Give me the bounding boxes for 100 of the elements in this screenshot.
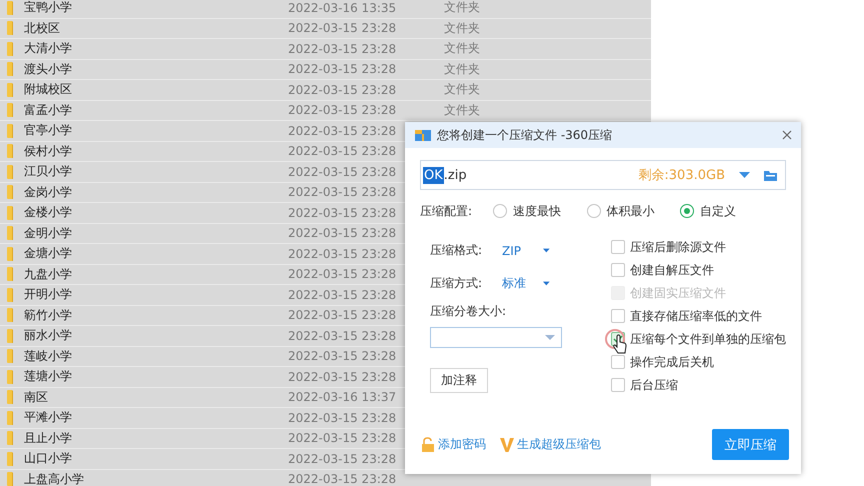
file-type: 文件夹 bbox=[444, 102, 480, 119]
file-name[interactable]: 簕竹小学 bbox=[24, 306, 288, 324]
folder-icon bbox=[6, 430, 14, 446]
setting-dropdown[interactable]: 标准 bbox=[502, 275, 550, 292]
dropdown-icon bbox=[545, 335, 555, 340]
lock-icon bbox=[421, 436, 435, 452]
folder-icon bbox=[6, 204, 14, 221]
dropdown-icon[interactable] bbox=[739, 171, 750, 179]
file-name[interactable]: 九盘小学 bbox=[24, 266, 288, 283]
modified-date: 2022-03-15 23:28 bbox=[288, 452, 396, 466]
file-type: 文件夹 bbox=[444, 81, 480, 98]
option-checkbox[interactable]: 直接存储压缩率低的文件 bbox=[611, 308, 786, 324]
modified-date: 2022-03-15 23:28 bbox=[288, 308, 396, 322]
modified-date: 2022-03-15 23:28 bbox=[288, 103, 396, 118]
file-name[interactable]: 且止小学 bbox=[24, 430, 288, 447]
v-icon bbox=[500, 436, 514, 452]
super-archive-link[interactable]: 生成超级压缩包 bbox=[500, 436, 601, 453]
check-icon bbox=[613, 334, 623, 344]
folder-icon bbox=[6, 61, 14, 78]
file-name[interactable]: 金明小学 bbox=[24, 224, 288, 242]
folder-icon[interactable] bbox=[764, 168, 777, 182]
option-checkbox[interactable]: 操作完成后关机 bbox=[611, 354, 786, 370]
file-name[interactable]: 开明小学 bbox=[24, 286, 288, 304]
dropdown-icon bbox=[543, 248, 550, 253]
modified-date: 2022-03-15 23:28 bbox=[288, 472, 396, 486]
volume-size-field[interactable] bbox=[430, 327, 562, 348]
profile-radio[interactable]: 自定义 bbox=[680, 202, 736, 220]
modified-date: 2022-03-15 23:28 bbox=[288, 246, 396, 261]
folder-icon bbox=[6, 143, 14, 160]
app-logo-icon bbox=[415, 127, 431, 143]
modified-date: 2022-03-15 23:28 bbox=[288, 206, 396, 220]
file-name[interactable]: 金岗小学 bbox=[24, 184, 288, 201]
file-name[interactable]: 丽水小学 bbox=[24, 327, 288, 344]
file-type: 文件夹 bbox=[444, 0, 480, 16]
file-name[interactable]: 富孟小学 bbox=[24, 102, 288, 119]
folder-icon bbox=[6, 286, 14, 303]
folder-icon bbox=[6, 0, 14, 16]
profile-radio[interactable]: 速度最快 bbox=[493, 202, 561, 220]
modified-date: 2022-03-15 23:28 bbox=[288, 144, 396, 158]
file-name[interactable]: 宝鸭小学 bbox=[24, 0, 288, 16]
comment-button[interactable]: 加注释 bbox=[430, 368, 488, 393]
modified-date: 2022-03-16 13:37 bbox=[288, 390, 396, 404]
file-name[interactable]: 莲岐小学 bbox=[24, 348, 288, 365]
folder-icon bbox=[6, 368, 14, 385]
folder-icon bbox=[6, 266, 14, 282]
file-name[interactable]: 渡头小学 bbox=[24, 60, 288, 78]
modified-date: 2022-03-15 23:28 bbox=[288, 226, 396, 240]
modified-date: 2022-03-15 23:28 bbox=[288, 431, 396, 446]
add-password-link[interactable]: 添加密码 bbox=[421, 436, 486, 453]
file-name[interactable]: 金楼小学 bbox=[24, 204, 288, 222]
close-icon[interactable] bbox=[781, 129, 793, 141]
folder-icon bbox=[6, 328, 14, 344]
folder-icon bbox=[6, 184, 14, 200]
folder-icon bbox=[6, 471, 14, 486]
file-name[interactable]: 上盘高小学 bbox=[24, 470, 288, 486]
folder-icon bbox=[6, 82, 14, 98]
file-type: 文件夹 bbox=[444, 20, 480, 37]
modified-date: 2022-03-15 23:28 bbox=[288, 267, 396, 282]
folder-icon bbox=[6, 20, 14, 36]
modified-date: 2022-03-15 23:28 bbox=[288, 82, 396, 97]
volume-size-label: 压缩分卷大小: bbox=[430, 303, 508, 320]
modified-date: 2022-03-15 23:28 bbox=[288, 328, 396, 343]
modified-date: 2022-03-15 23:28 bbox=[288, 410, 396, 425]
option-checkbox[interactable]: 压缩后删除源文件 bbox=[611, 239, 786, 255]
setting-dropdown[interactable]: ZIP bbox=[502, 244, 550, 258]
file-name[interactable]: 南区 bbox=[24, 388, 288, 406]
modified-date: 2022-03-15 23:28 bbox=[288, 349, 396, 364]
modified-date: 2022-03-15 23:28 bbox=[288, 21, 396, 36]
folder-icon bbox=[6, 410, 14, 426]
setting-label: 压缩格式: bbox=[430, 242, 484, 259]
file-name[interactable]: 北校区 bbox=[24, 20, 288, 37]
folder-icon bbox=[6, 450, 14, 467]
modified-date: 2022-03-15 23:28 bbox=[288, 370, 396, 384]
file-type: 文件夹 bbox=[444, 40, 480, 58]
modified-date: 2022-03-16 13:35 bbox=[288, 0, 396, 15]
folder-icon bbox=[6, 348, 14, 364]
archive-path-field[interactable]: OK.zip 剩余:303.0GB bbox=[420, 160, 786, 190]
option-checkbox[interactable]: 创建自解压文件 bbox=[611, 262, 786, 278]
file-name[interactable]: 莲塘小学 bbox=[24, 368, 288, 386]
option-checkbox[interactable]: 后台压缩 bbox=[611, 377, 786, 393]
file-name[interactable]: 山口小学 bbox=[24, 450, 288, 468]
file-name[interactable]: 附城校区 bbox=[24, 81, 288, 98]
setting-label: 压缩方式: bbox=[430, 275, 484, 292]
folder-icon bbox=[6, 40, 14, 57]
folder-icon bbox=[6, 307, 14, 324]
modified-date: 2022-03-15 23:28 bbox=[288, 185, 396, 200]
file-name[interactable]: 大清小学 bbox=[24, 40, 288, 58]
file-name[interactable]: 官亭小学 bbox=[24, 122, 288, 140]
modified-date: 2022-03-15 23:28 bbox=[288, 164, 396, 179]
file-name[interactable]: 江贝小学 bbox=[24, 163, 288, 180]
file-name[interactable]: 金塘小学 bbox=[24, 245, 288, 262]
profile-radio[interactable]: 体积最小 bbox=[586, 202, 654, 220]
modified-date: 2022-03-15 23:28 bbox=[288, 124, 396, 138]
file-name[interactable]: 侯村小学 bbox=[24, 142, 288, 160]
window-title: 您将创建一个压缩文件 -360压缩 bbox=[437, 126, 614, 144]
modified-date: 2022-03-15 23:28 bbox=[288, 42, 396, 56]
profile-label: 压缩配置: bbox=[420, 202, 474, 220]
folder-icon bbox=[6, 102, 14, 118]
folder-icon bbox=[6, 225, 14, 242]
file-name[interactable]: 平滩小学 bbox=[24, 409, 288, 426]
